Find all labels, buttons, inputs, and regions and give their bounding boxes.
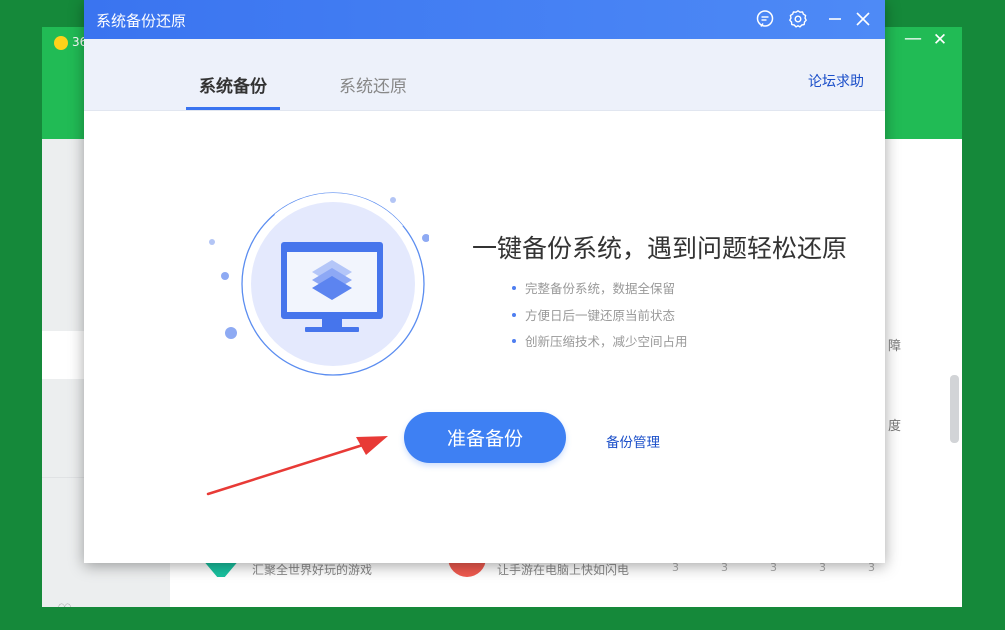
feature-list: 完整备份系统，数据全保留 方便日后一键还原当前状态 创新压缩技术，减少空间占用 xyxy=(512,280,688,360)
background-close-button[interactable]: ✕ xyxy=(932,32,948,49)
feature-headline: 一键备份系统，遇到问题轻松还原 xyxy=(472,234,848,263)
app-logo-icon xyxy=(54,36,68,50)
chat-icon[interactable] xyxy=(755,9,775,29)
tab-system-backup[interactable]: 系统备份 xyxy=(199,72,267,97)
dialog-title: 系统备份还原 xyxy=(96,12,187,30)
gear-icon[interactable] xyxy=(788,9,808,29)
feature-item: 方便日后一键还原当前状态 xyxy=(512,307,688,334)
feature-item: 创新压缩技术，减少空间占用 xyxy=(512,333,688,360)
active-tab-indicator xyxy=(186,107,280,110)
tab-bar: 系统备份 系统还原 论坛求助 xyxy=(84,39,885,111)
tab-system-restore[interactable]: 系统还原 xyxy=(339,72,407,97)
minimize-icon[interactable] xyxy=(825,9,845,29)
backup-management-link[interactable]: 备份管理 xyxy=(606,431,660,451)
annotation-arrow-icon xyxy=(206,436,388,496)
heart-icon[interactable]: ♡ xyxy=(57,601,72,607)
backup-illustration xyxy=(209,192,429,376)
truncated-text: 障 xyxy=(888,339,902,354)
feature-item: 完整备份系统，数据全保留 xyxy=(512,280,688,307)
list-item-description: 让手游在电脑上快如闪电 xyxy=(497,563,630,577)
truncated-text: 度 xyxy=(888,419,902,434)
prepare-backup-button[interactable]: 准备备份 xyxy=(404,412,566,463)
dialog-titlebar[interactable]: 系统备份还原 xyxy=(84,0,885,39)
background-minimize-button[interactable]: — xyxy=(904,30,922,48)
forum-help-link[interactable]: 论坛求助 xyxy=(808,71,864,91)
list-item-description: 汇聚全世界好玩的游戏 xyxy=(252,563,373,577)
scrollbar-thumb[interactable] xyxy=(950,375,959,443)
close-icon[interactable] xyxy=(853,9,873,29)
